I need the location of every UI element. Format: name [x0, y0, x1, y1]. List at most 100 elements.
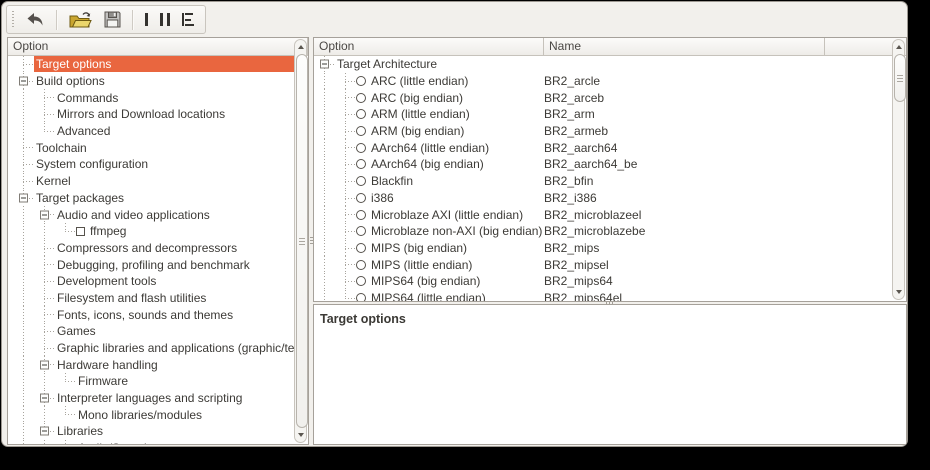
tree-item[interactable]: Graphic libraries and applications (grap…	[8, 340, 294, 357]
tree-item[interactable]: Build options	[8, 73, 294, 90]
tree-item[interactable]: Development tools	[8, 273, 294, 290]
checkbox-icon[interactable]	[76, 227, 85, 236]
option-column-header[interactable]: Option	[314, 38, 544, 55]
scrollbar-thumb[interactable]	[894, 54, 906, 102]
tree-item[interactable]: ARC (big endian)BR2_arceb	[314, 89, 892, 106]
name-column-header[interactable]: Name	[544, 38, 825, 55]
tree-item[interactable]: ARM (little endian)BR2_arm	[314, 106, 892, 123]
tree-connector	[13, 56, 34, 73]
single-view-button[interactable]	[141, 7, 152, 33]
tree-item[interactable]: AArch64 (little endian)BR2_aarch64	[314, 139, 892, 156]
tree-item[interactable]: Libraries	[8, 423, 294, 440]
tree-item-label: Build options	[34, 73, 107, 89]
tree-connector	[13, 173, 34, 190]
tree-item[interactable]: Target options	[8, 56, 294, 73]
radio-icon[interactable]	[356, 176, 366, 186]
tree-item[interactable]: Debugging, profiling and benchmark	[8, 256, 294, 273]
tree-item-label: Mono libraries/modules	[76, 407, 204, 423]
undo-button[interactable]	[22, 7, 49, 33]
expander-minus-icon[interactable]	[19, 77, 28, 86]
tree-item[interactable]: MIPS64 (big endian)BR2_mips64	[314, 273, 892, 290]
symbol-name: BR2_mips	[544, 240, 599, 257]
tree-item[interactable]: Advanced	[8, 123, 294, 140]
radio-icon[interactable]	[356, 159, 366, 169]
expander-minus-icon[interactable]	[40, 394, 49, 403]
tree-item[interactable]: Target packages	[8, 190, 294, 207]
single-view-icon	[145, 13, 148, 26]
expander-minus-icon[interactable]	[40, 427, 49, 436]
split-view-button[interactable]	[156, 7, 174, 33]
tree-item[interactable]: ffmpeg	[8, 223, 294, 240]
symbol-name: BR2_mipsel	[544, 256, 609, 273]
tree-item[interactable]: Fonts, icons, sounds and themes	[8, 306, 294, 323]
scrollbar-thumb[interactable]	[296, 54, 308, 428]
tree-item[interactable]: Hardware handling	[8, 356, 294, 373]
tree-item-label: Interpreter languages and scripting	[55, 390, 244, 406]
tree-item[interactable]: Games	[8, 323, 294, 340]
tree-item[interactable]: MIPS (little endian)BR2_mipsel	[314, 256, 892, 273]
tree-item[interactable]: Mono libraries/modules	[8, 406, 294, 423]
radio-icon[interactable]	[356, 93, 366, 103]
radio-icon[interactable]	[356, 143, 366, 153]
radio-icon[interactable]	[356, 76, 366, 86]
expander-minus-icon[interactable]	[40, 360, 49, 369]
radio-icon[interactable]	[356, 193, 366, 203]
tree-item[interactable]: AArch64 (big endian)BR2_aarch64_be	[314, 156, 892, 173]
scroll-up-icon[interactable]	[893, 41, 904, 53]
tree-item[interactable]: Microblaze non-AXI (big endian)BR2_micro…	[314, 223, 892, 240]
tree-item[interactable]: Microblaze AXI (little endian)BR2_microb…	[314, 206, 892, 223]
tree-guide	[13, 323, 34, 340]
tree-item-label: Debugging, profiling and benchmark	[55, 257, 252, 273]
tree-item[interactable]: i386BR2_i386	[314, 190, 892, 207]
tree-item-label: Graphic libraries and applications (grap…	[55, 340, 294, 356]
radio-icon[interactable]	[356, 226, 366, 236]
scroll-up-icon[interactable]	[295, 41, 306, 53]
save-button[interactable]	[100, 7, 125, 33]
tree-item[interactable]: Interpreter languages and scripting	[8, 390, 294, 407]
tree-item[interactable]: BlackfinBR2_bfin	[314, 173, 892, 190]
tree-item-label: Target options	[34, 56, 294, 72]
tree-item[interactable]: System configuration	[8, 156, 294, 173]
save-floppy-icon	[104, 11, 121, 28]
tree-item[interactable]: Mirrors and Download locations	[8, 106, 294, 123]
config-tree-panel: Option Target optionsBuild optionsComman…	[7, 37, 309, 445]
tree-connector	[34, 106, 55, 123]
symbol-name: BR2_arcle	[544, 73, 600, 90]
tree-item[interactable]: Audio and video applications	[8, 206, 294, 223]
tree-item[interactable]: MIPS64 (little endian)BR2_mips64el	[314, 290, 892, 301]
radio-icon[interactable]	[356, 210, 366, 220]
tree-item[interactable]: Kernel	[8, 173, 294, 190]
tree-connector	[335, 223, 356, 240]
tree-item[interactable]: ARC (little endian)BR2_arcle	[314, 73, 892, 90]
open-button[interactable]	[65, 7, 96, 33]
radio-icon[interactable]	[356, 260, 366, 270]
left-vertical-scrollbar[interactable]	[294, 39, 307, 443]
tree-item[interactable]: Firmware	[8, 373, 294, 390]
toolbar-grip-icon[interactable]	[11, 11, 14, 29]
tree-item-label: MIPS64 (big endian)	[369, 273, 482, 289]
tree-item[interactable]: Compressors and decompressors	[8, 240, 294, 257]
expander-minus-icon[interactable]	[320, 60, 329, 69]
radio-icon[interactable]	[356, 243, 366, 253]
tree-item[interactable]: Target Architecture	[314, 56, 892, 73]
option-column-header[interactable]: Option	[8, 38, 308, 55]
expander-minus-icon[interactable]	[40, 210, 49, 219]
tree-connector	[335, 206, 356, 223]
tree-item[interactable]: Filesystem and flash utilities	[8, 290, 294, 307]
tree-item[interactable]: Commands	[8, 89, 294, 106]
tree-item[interactable]: Audio/Sound	[8, 440, 294, 444]
radio-icon[interactable]	[356, 293, 366, 301]
scroll-down-icon[interactable]	[893, 286, 904, 298]
right-vertical-scrollbar[interactable]	[892, 39, 905, 300]
radio-icon[interactable]	[356, 109, 366, 119]
tree-guide	[314, 240, 335, 257]
tree-item[interactable]: MIPS (big endian)BR2_mips	[314, 240, 892, 257]
tree-connector	[335, 173, 356, 190]
tree-item[interactable]: Toolchain	[8, 139, 294, 156]
full-view-button[interactable]	[178, 7, 199, 33]
expander-minus-icon[interactable]	[19, 193, 28, 202]
scroll-down-icon[interactable]	[295, 429, 306, 441]
radio-icon[interactable]	[356, 276, 366, 286]
radio-icon[interactable]	[356, 126, 366, 136]
tree-item[interactable]: ARM (big endian)BR2_armeb	[314, 123, 892, 140]
